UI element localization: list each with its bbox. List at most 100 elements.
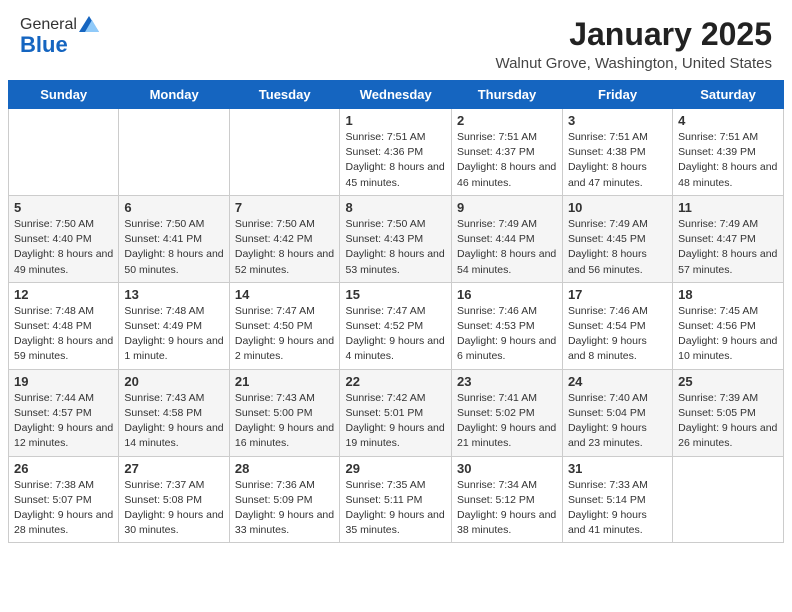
table-row: 2Sunrise: 7:51 AMSunset: 4:37 PMDaylight…	[452, 109, 563, 196]
days-of-week-row: Sunday Monday Tuesday Wednesday Thursday…	[9, 81, 784, 109]
day-info: Sunrise: 7:49 AMSunset: 4:45 PMDaylight:…	[568, 217, 667, 278]
day-info: Sunrise: 7:51 AMSunset: 4:39 PMDaylight:…	[678, 130, 778, 191]
title-block: January 2025 Walnut Grove, Washington, U…	[495, 16, 772, 72]
table-row: 3 Sunrise: 7:51 AMSunset: 4:38 PMDaylight…	[562, 109, 672, 196]
day-number: 12	[14, 287, 113, 302]
day-info: Sunrise: 7:39 AMSunset: 5:05 PMDaylight:…	[678, 391, 778, 452]
calendar-week-row: 1Sunrise: 7:51 AMSunset: 4:36 PMDaylight…	[9, 109, 784, 196]
col-wednesday: Wednesday	[340, 81, 452, 109]
day-info: Sunrise: 7:45 AMSunset: 4:56 PMDaylight:…	[678, 304, 778, 365]
calendar-table: Sunday Monday Tuesday Wednesday Thursday…	[8, 80, 784, 543]
day-number: 21	[235, 374, 335, 389]
table-row: 29 Sunrise: 7:35 AMSunset: 5:11 PMDayligh…	[340, 456, 452, 543]
day-info: Sunrise: 7:35 AMSunset: 5:11 PMDaylight:…	[345, 478, 446, 539]
calendar-week-row: 5Sunrise: 7:50 AMSunset: 4:40 PMDaylight…	[9, 195, 784, 282]
day-number: 8	[345, 200, 446, 215]
day-number: 15	[345, 287, 446, 302]
table-row: 18 Sunrise: 7:45 AMSunset: 4:56 PMDayligh…	[673, 282, 784, 369]
day-number: 29	[345, 461, 446, 476]
day-number: 19	[14, 374, 113, 389]
table-row: 16 Sunrise: 7:46 AMSunset: 4:53 PMDayligh…	[452, 282, 563, 369]
day-info: Sunrise: 7:50 AMSunset: 4:42 PMDaylight:…	[235, 217, 335, 278]
logo-blue-text: Blue	[20, 32, 68, 58]
day-info: Sunrise: 7:46 AMSunset: 4:54 PMDaylight:…	[568, 304, 667, 365]
table-row: 9Sunrise: 7:49 AMSunset: 4:44 PMDaylight…	[452, 195, 563, 282]
col-tuesday: Tuesday	[229, 81, 340, 109]
day-info: Sunrise: 7:47 AMSunset: 4:52 PMDaylight:…	[345, 304, 446, 365]
table-row: 11Sunrise: 7:49 AMSunset: 4:47 PMDayligh…	[673, 195, 784, 282]
table-row: 27 Sunrise: 7:37 AMSunset: 5:08 PMDayligh…	[119, 456, 229, 543]
table-row	[9, 109, 119, 196]
table-row: 26Sunrise: 7:38 AMSunset: 5:07 PMDayligh…	[9, 456, 119, 543]
calendar-header: Sunday Monday Tuesday Wednesday Thursday…	[9, 81, 784, 109]
col-friday: Friday	[562, 81, 672, 109]
day-number: 11	[678, 200, 778, 215]
col-thursday: Thursday	[452, 81, 563, 109]
calendar-week-row: 19 Sunrise: 7:44 AMSunset: 4:57 PMDayligh…	[9, 369, 784, 456]
day-number: 23	[457, 374, 557, 389]
table-row: 17 Sunrise: 7:46 AMSunset: 4:54 PMDayligh…	[562, 282, 672, 369]
day-info: Sunrise: 7:38 AMSunset: 5:07 PMDaylight:…	[14, 478, 113, 539]
day-info: Sunrise: 7:42 AMSunset: 5:01 PMDaylight:…	[345, 391, 446, 452]
table-row: 20 Sunrise: 7:43 AMSunset: 4:58 PMDayligh…	[119, 369, 229, 456]
day-info: Sunrise: 7:48 AMSunset: 4:49 PMDaylight:…	[124, 304, 223, 365]
day-info: Sunrise: 7:47 AMSunset: 4:50 PMDaylight:…	[235, 304, 335, 365]
table-row: 8 Sunrise: 7:50 AMSunset: 4:43 PMDaylight…	[340, 195, 452, 282]
day-info: Sunrise: 7:50 AMSunset: 4:40 PMDaylight:…	[14, 217, 113, 278]
location-subtitle: Walnut Grove, Washington, United States	[495, 55, 772, 72]
day-number: 20	[124, 374, 223, 389]
table-row: 4 Sunrise: 7:51 AMSunset: 4:39 PMDaylight…	[673, 109, 784, 196]
table-row: 12 Sunrise: 7:48 AMSunset: 4:48 PMDayligh…	[9, 282, 119, 369]
day-number: 3	[568, 113, 667, 128]
calendar-week-row: 12 Sunrise: 7:48 AMSunset: 4:48 PMDayligh…	[9, 282, 784, 369]
table-row: 25 Sunrise: 7:39 AMSunset: 5:05 PMDayligh…	[673, 369, 784, 456]
day-number: 31	[568, 461, 667, 476]
col-monday: Monday	[119, 81, 229, 109]
table-row: 24 Sunrise: 7:40 AMSunset: 5:04 PMDayligh…	[562, 369, 672, 456]
day-info: Sunrise: 7:44 AMSunset: 4:57 PMDaylight:…	[14, 391, 113, 452]
day-number: 18	[678, 287, 778, 302]
day-info: Sunrise: 7:43 AMSunset: 4:58 PMDaylight:…	[124, 391, 223, 452]
day-number: 16	[457, 287, 557, 302]
day-info: Sunrise: 7:40 AMSunset: 5:04 PMDaylight:…	[568, 391, 667, 452]
day-number: 10	[568, 200, 667, 215]
table-row: 13Sunrise: 7:48 AMSunset: 4:49 PMDayligh…	[119, 282, 229, 369]
day-number: 7	[235, 200, 335, 215]
day-number: 6	[124, 200, 223, 215]
table-row: 28Sunrise: 7:36 AMSunset: 5:09 PMDayligh…	[229, 456, 340, 543]
day-number: 30	[457, 461, 557, 476]
day-number: 27	[124, 461, 223, 476]
day-info: Sunrise: 7:46 AMSunset: 4:53 PMDaylight:…	[457, 304, 557, 365]
table-row: 15 Sunrise: 7:47 AMSunset: 4:52 PMDayligh…	[340, 282, 452, 369]
day-info: Sunrise: 7:50 AMSunset: 4:41 PMDaylight:…	[124, 217, 223, 278]
calendar-week-row: 26Sunrise: 7:38 AMSunset: 5:07 PMDayligh…	[9, 456, 784, 543]
table-row	[229, 109, 340, 196]
day-number: 25	[678, 374, 778, 389]
table-row: 10 Sunrise: 7:49 AMSunset: 4:45 PMDayligh…	[562, 195, 672, 282]
day-info: Sunrise: 7:34 AMSunset: 5:12 PMDaylight:…	[457, 478, 557, 539]
table-row: 14 Sunrise: 7:47 AMSunset: 4:50 PMDayligh…	[229, 282, 340, 369]
calendar-wrapper: Sunday Monday Tuesday Wednesday Thursday…	[0, 80, 792, 551]
day-info: Sunrise: 7:33 AMSunset: 5:14 PMDaylight:…	[568, 478, 667, 539]
logo-icon	[79, 16, 99, 32]
page-header: General Blue January 2025 Walnut Grove, …	[0, 0, 792, 80]
day-info: Sunrise: 7:51 AMSunset: 4:36 PMDaylight:…	[345, 130, 446, 191]
table-row: 23 Sunrise: 7:41 AMSunset: 5:02 PMDayligh…	[452, 369, 563, 456]
table-row: 1Sunrise: 7:51 AMSunset: 4:36 PMDaylight…	[340, 109, 452, 196]
day-info: Sunrise: 7:41 AMSunset: 5:02 PMDaylight:…	[457, 391, 557, 452]
table-row: 6 Sunrise: 7:50 AMSunset: 4:41 PMDaylight…	[119, 195, 229, 282]
day-info: Sunrise: 7:37 AMSunset: 5:08 PMDaylight:…	[124, 478, 223, 539]
day-info: Sunrise: 7:51 AMSunset: 4:38 PMDaylight:…	[568, 130, 667, 191]
day-info: Sunrise: 7:48 AMSunset: 4:48 PMDaylight:…	[14, 304, 113, 365]
day-number: 4	[678, 113, 778, 128]
table-row: 31 Sunrise: 7:33 AMSunset: 5:14 PMDayligh…	[562, 456, 672, 543]
day-info: Sunrise: 7:50 AMSunset: 4:43 PMDaylight:…	[345, 217, 446, 278]
table-row: 19 Sunrise: 7:44 AMSunset: 4:57 PMDayligh…	[9, 369, 119, 456]
day-number: 17	[568, 287, 667, 302]
day-info: Sunrise: 7:43 AMSunset: 5:00 PMDaylight:…	[235, 391, 335, 452]
day-number: 24	[568, 374, 667, 389]
day-info: Sunrise: 7:51 AMSunset: 4:37 PMDaylight:…	[457, 130, 557, 191]
table-row: 30 Sunrise: 7:34 AMSunset: 5:12 PMDayligh…	[452, 456, 563, 543]
month-year-title: January 2025	[495, 16, 772, 53]
day-number: 14	[235, 287, 335, 302]
